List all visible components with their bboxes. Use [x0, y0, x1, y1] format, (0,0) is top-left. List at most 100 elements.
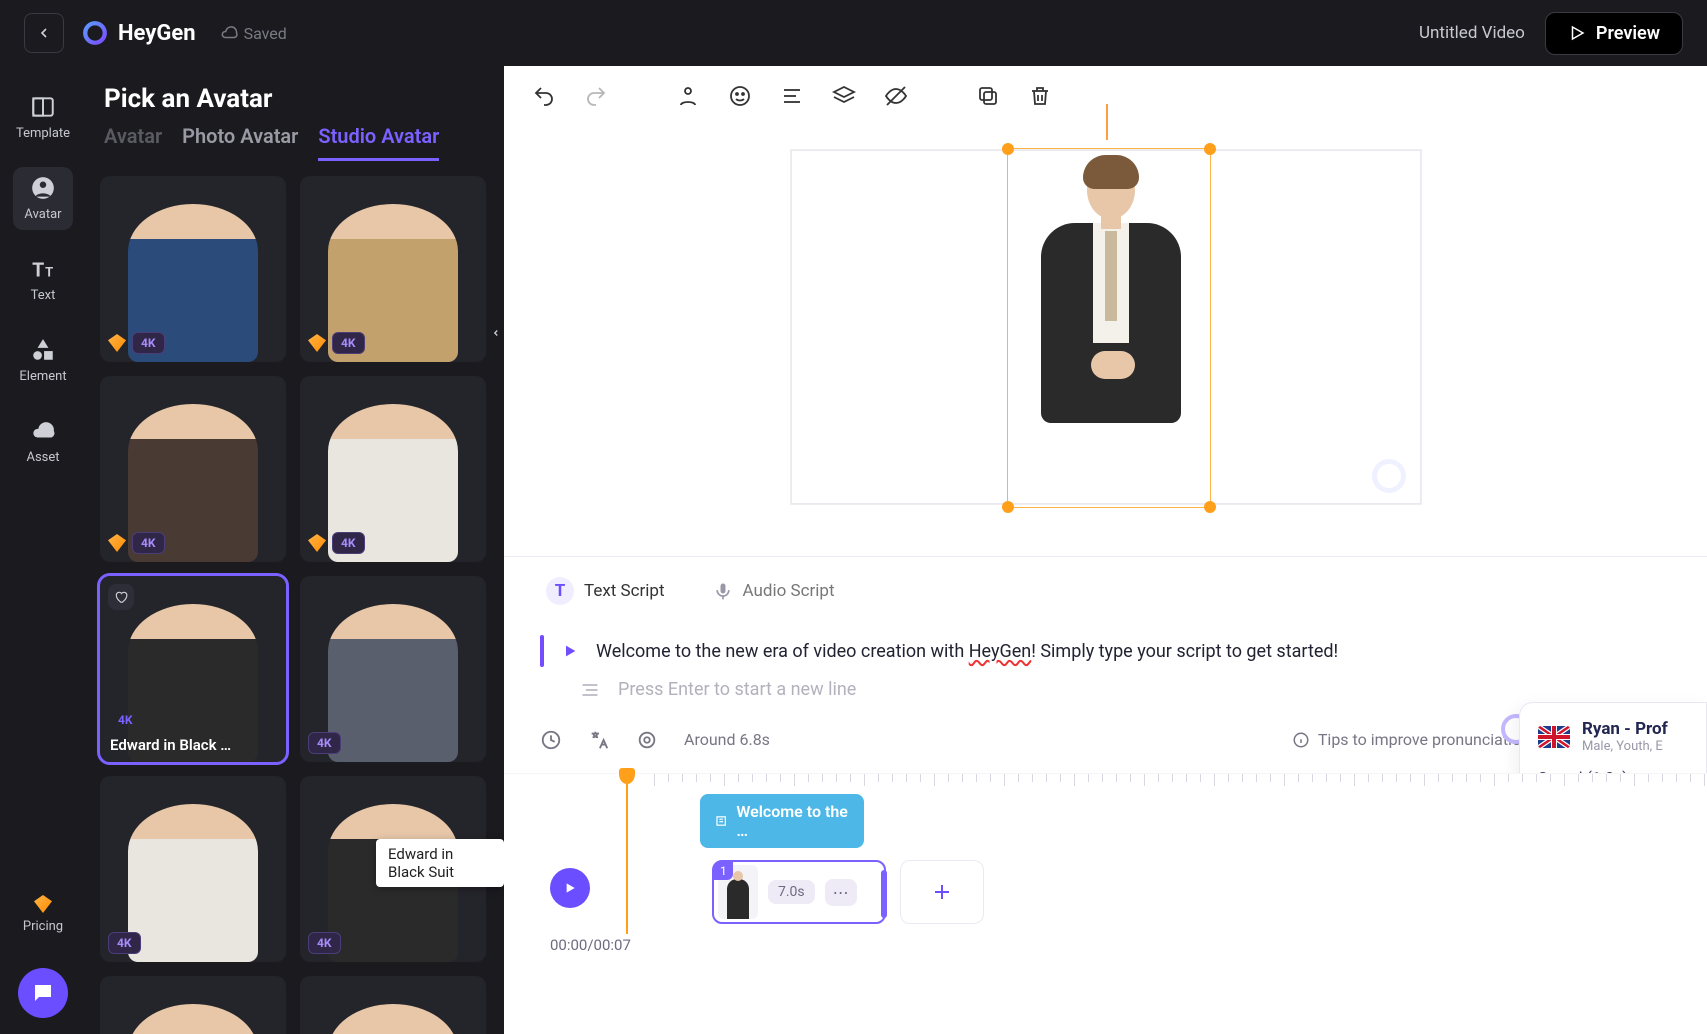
play-icon	[562, 880, 578, 896]
4k-badge: 4K	[132, 532, 165, 554]
avatar-card[interactable]: 4K	[300, 376, 486, 562]
rail-template[interactable]: Template	[13, 86, 73, 149]
avatar-card[interactable]: 4K	[300, 576, 486, 762]
rail-avatar-label: Avatar	[24, 207, 61, 222]
redo-button[interactable]	[584, 84, 608, 108]
shapes-icon	[30, 337, 56, 363]
left-rail: Template Avatar TT Text Element Asset P	[0, 66, 86, 1034]
align-button[interactable]	[780, 84, 804, 108]
timecode: 00:00/00:07	[550, 936, 1671, 954]
resize-handle[interactable]	[1002, 143, 1014, 155]
stage[interactable]	[791, 150, 1421, 504]
script-clip[interactable]: Welcome to the …	[700, 794, 864, 848]
rail-avatar[interactable]: Avatar	[13, 167, 73, 230]
playhead[interactable]	[618, 768, 636, 934]
premium-gem-icon	[308, 334, 326, 352]
alignment-guide	[1106, 104, 1108, 140]
4k-badge: 4K	[332, 332, 365, 354]
tab-audio-script[interactable]: Audio Script	[707, 575, 841, 615]
visibility-button[interactable]	[884, 84, 908, 108]
timeline-play-button[interactable]	[550, 868, 590, 908]
rail-template-label: Template	[16, 126, 70, 141]
avatar-badges: 4K	[308, 332, 365, 354]
tab-text-script[interactable]: T Text Script	[540, 571, 671, 619]
avatar-card[interactable]: 4K	[100, 376, 286, 562]
library-panel: Pick an Avatar Avatar Photo Avatar Studi…	[86, 66, 504, 1034]
script-line[interactable]: Welcome to the new era of video creation…	[504, 629, 1707, 673]
avatar-card[interactable]: 4K	[100, 176, 286, 362]
play-outline-icon	[1568, 24, 1586, 42]
clock-icon[interactable]	[540, 729, 562, 751]
play-line-icon[interactable]	[562, 643, 578, 659]
4k-badge: 4K	[308, 932, 341, 954]
timeline-ruler[interactable]	[654, 774, 1671, 790]
voice-meta: Male, Youth, E	[1582, 739, 1668, 754]
chevron-left-icon	[491, 326, 501, 340]
avatar-card[interactable]	[300, 976, 486, 1034]
clip-menu-button[interactable]: ⋯	[825, 879, 857, 906]
back-button[interactable]	[24, 13, 64, 53]
flag-uk-icon	[1538, 726, 1570, 748]
avatar-badges: 4K	[308, 532, 365, 554]
resize-handle[interactable]	[1204, 143, 1216, 155]
brand: HeyGen	[82, 20, 196, 46]
workspace: T Text Script Audio Script Welcome to th…	[504, 66, 1707, 1034]
avatar-card[interactable]	[100, 976, 286, 1034]
selection-box[interactable]	[1007, 148, 1211, 508]
avatar-badges: 4K	[308, 732, 341, 754]
favorite-button[interactable]	[108, 584, 134, 610]
timeline: Welcome to the … 1	[504, 773, 1707, 967]
video-title[interactable]: Untitled Video	[1419, 23, 1525, 43]
preview-label: Preview	[1596, 23, 1660, 44]
new-line-icon	[580, 680, 600, 700]
collapse-panel-button[interactable]	[487, 294, 504, 372]
tab-avatar[interactable]: Avatar	[104, 124, 162, 161]
avatar-settings-button[interactable]	[676, 84, 700, 108]
canvas[interactable]	[504, 126, 1707, 556]
avatar-card[interactable]: Edward in Black …4K	[100, 576, 286, 762]
line-cursor-indicator	[540, 635, 544, 667]
script-text[interactable]: Welcome to the new era of video creation…	[596, 641, 1338, 662]
4k-badge: 4K	[308, 732, 341, 754]
text-script-label: Text Script	[584, 581, 665, 601]
resize-handle[interactable]	[1002, 501, 1014, 513]
video-clip[interactable]: 1 7.0s ⋯	[712, 860, 886, 924]
template-icon	[30, 94, 56, 120]
preview-button[interactable]: Preview	[1545, 12, 1683, 55]
clip-trim-handle[interactable]	[881, 870, 887, 918]
rail-text[interactable]: TT Text	[13, 248, 73, 311]
rail-pricing-label: Pricing	[23, 919, 63, 934]
face-button[interactable]	[728, 84, 752, 108]
avatar-card[interactable]: 4K	[300, 176, 486, 362]
tab-photo-avatar[interactable]: Photo Avatar	[182, 124, 298, 161]
script-clip-label: Welcome to the …	[736, 802, 850, 840]
avatar-grid: 4K4K4K4KEdward in Black …4K4K4K4K	[100, 176, 490, 1034]
layers-button[interactable]	[832, 84, 856, 108]
rail-asset[interactable]: Asset	[13, 410, 73, 473]
script-new-line[interactable]: Press Enter to start a new line	[504, 673, 1707, 706]
add-clip-button[interactable]	[900, 860, 984, 924]
ai-icon[interactable]	[636, 729, 658, 751]
4k-badge: 4K	[132, 332, 165, 354]
script-clip-icon	[714, 813, 728, 829]
resize-handle[interactable]	[1204, 501, 1216, 513]
tab-studio-avatar[interactable]: Studio Avatar	[318, 124, 439, 161]
topbar: HeyGen Saved Untitled Video Preview	[0, 0, 1707, 66]
premium-gem-icon	[108, 534, 126, 552]
chat-icon	[31, 981, 55, 1005]
avatar-card[interactable]: 4K	[100, 776, 286, 962]
rail-element[interactable]: Element	[13, 329, 73, 392]
audio-script-label: Audio Script	[743, 581, 835, 601]
delete-button[interactable]	[1028, 84, 1052, 108]
undo-button[interactable]	[532, 84, 556, 108]
copy-button[interactable]	[976, 84, 1000, 108]
library-title: Pick an Avatar	[104, 84, 486, 114]
rail-pricing[interactable]: Pricing	[13, 887, 73, 942]
duration-estimate: Around 6.8s	[684, 730, 770, 749]
cloud-upload-icon	[30, 418, 56, 444]
svg-text:T: T	[32, 259, 44, 282]
script-placeholder: Press Enter to start a new line	[618, 679, 856, 700]
support-chat-button[interactable]	[18, 968, 68, 1018]
clip-duration: 7.0s	[768, 880, 815, 904]
translate-icon[interactable]	[588, 729, 610, 751]
